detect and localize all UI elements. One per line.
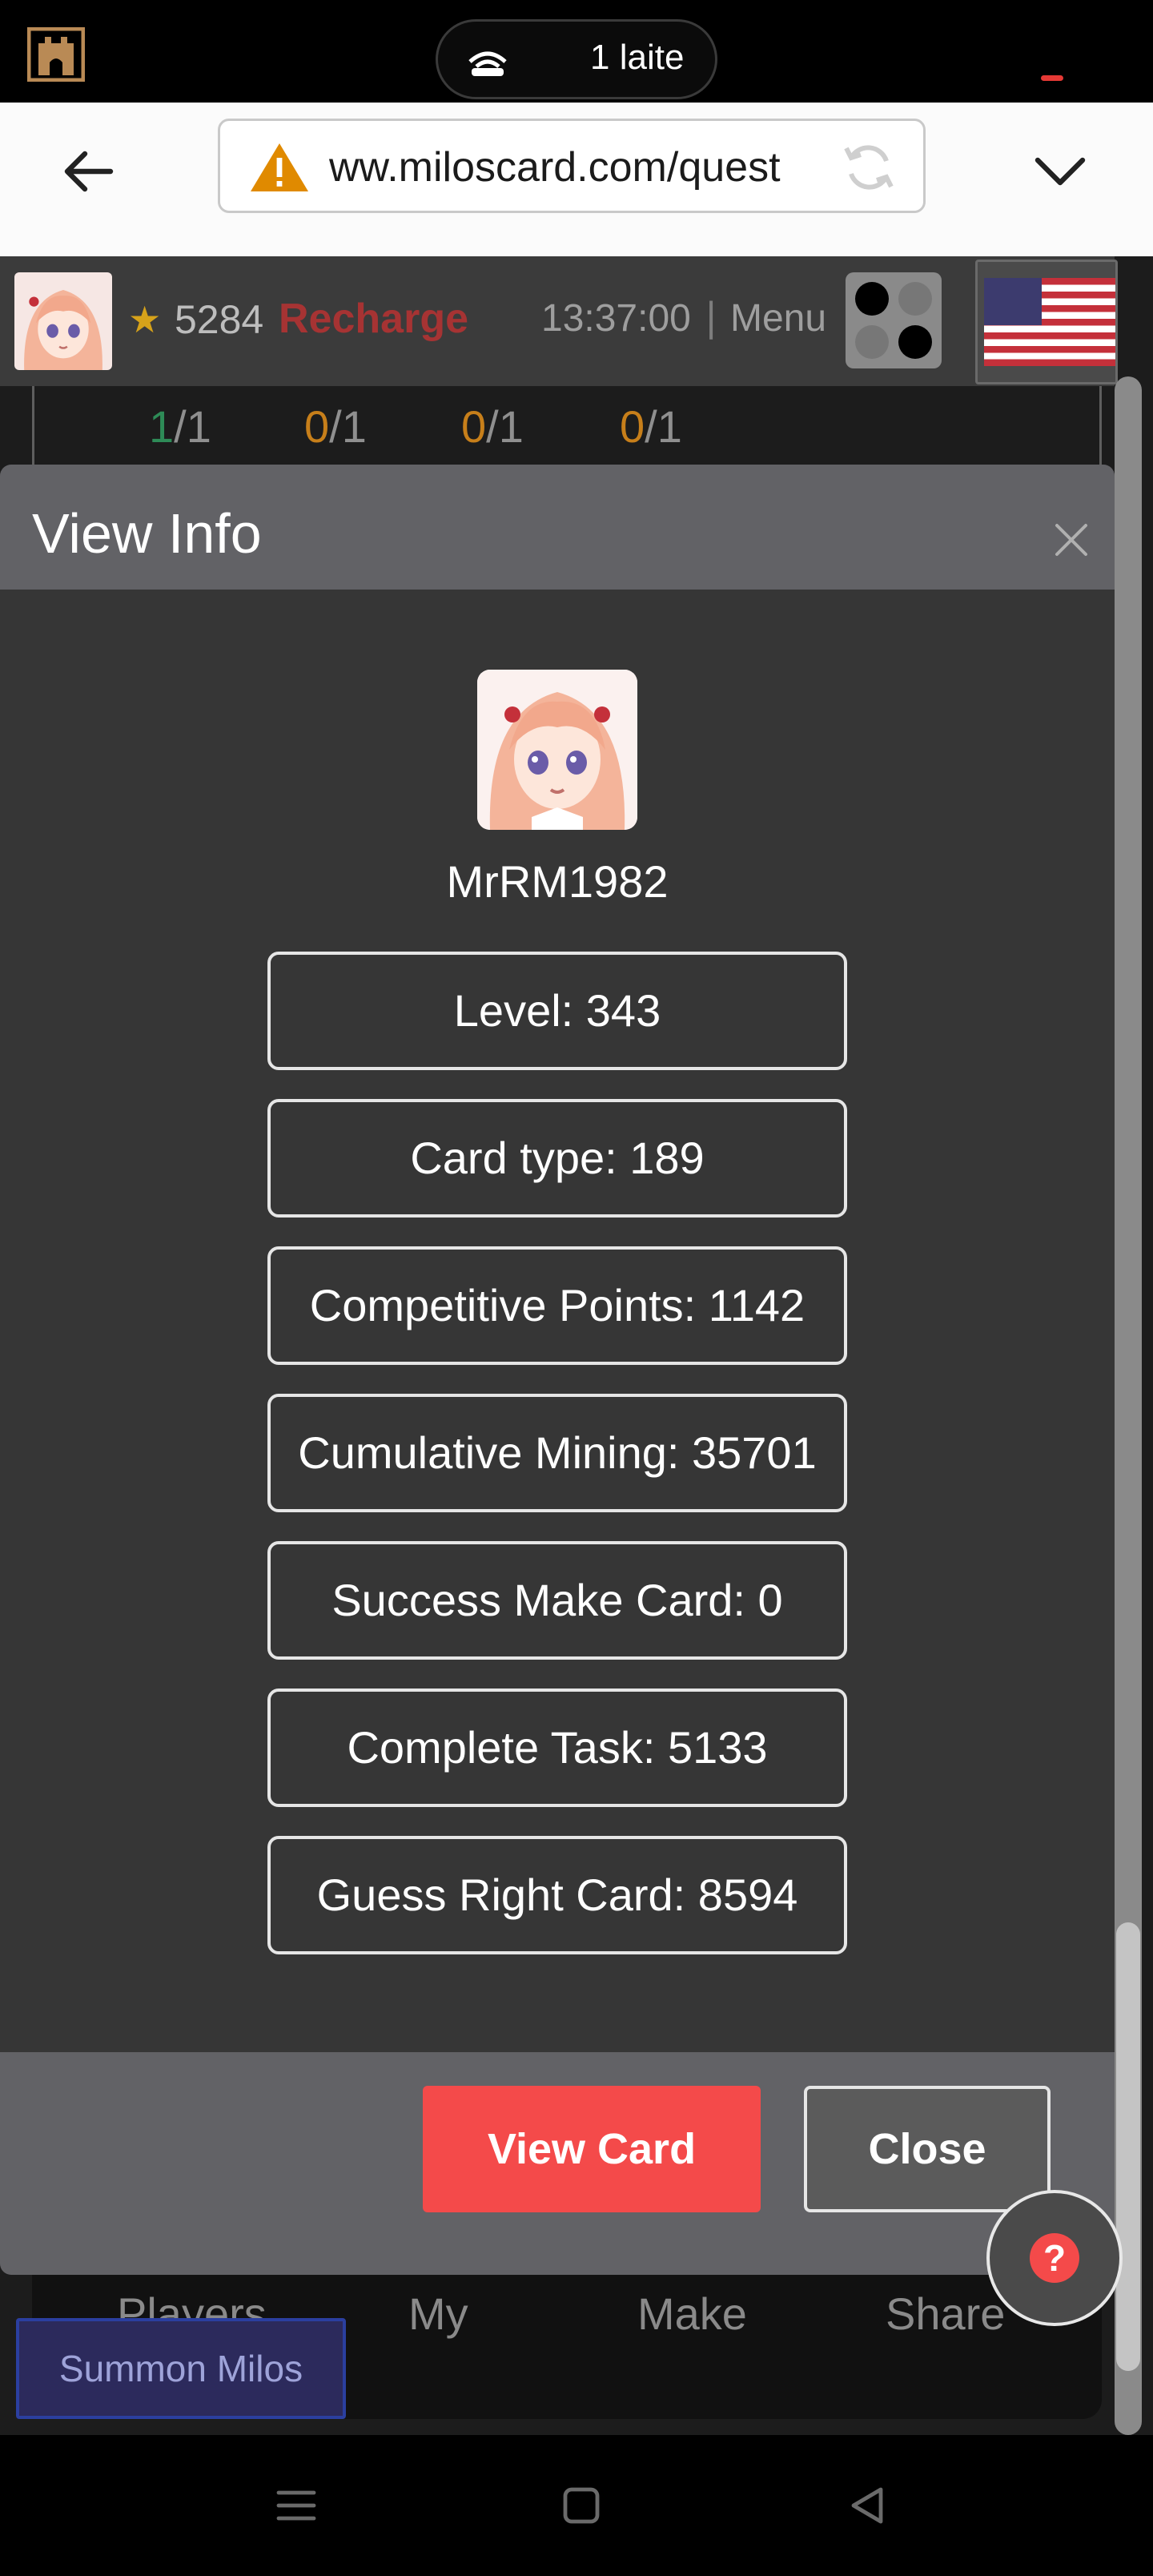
warning-icon[interactable]: [249, 140, 310, 195]
back-triangle-icon[interactable]: [842, 2481, 890, 2530]
url-text[interactable]: ww.miloscard.com/quest: [329, 143, 781, 191]
close-button[interactable]: Close: [804, 2086, 1051, 2212]
tab-share[interactable]: Share: [886, 2288, 1005, 2340]
tab-my[interactable]: My: [408, 2288, 468, 2340]
reload-icon[interactable]: [840, 139, 898, 196]
us-flag-icon: [984, 278, 1115, 366]
modal-header: View Info: [0, 465, 1115, 590]
player-avatar[interactable]: [14, 272, 112, 370]
theme-toggle-button[interactable]: [846, 272, 942, 368]
dot-icon: [855, 282, 889, 316]
device-count-label: 1 laite: [590, 38, 685, 77]
browser-toolbar: ww.miloscard.com/quest: [0, 103, 1153, 256]
quest-progress-row: 1/1 0/1 0/1 0/1: [0, 386, 1115, 466]
recording-indicator: [1041, 75, 1063, 81]
dot-icon: [898, 282, 932, 316]
home-icon[interactable]: [557, 2481, 605, 2530]
info-competitive-points: Competitive Points: 1142: [267, 1246, 847, 1365]
coin-balance: 5284: [175, 297, 264, 342]
info-level: Level: 343: [267, 952, 847, 1070]
info-success-make-card: Success Make Card: 0: [267, 1541, 847, 1660]
anime-girl-avatar-icon: [14, 272, 112, 370]
info-card-type: Card type: 189: [267, 1099, 847, 1218]
modal-footer: View Card Close: [0, 2052, 1115, 2275]
anime-girl-avatar-icon: [477, 670, 637, 830]
chevron-down-icon[interactable]: [1026, 138, 1094, 205]
profile-avatar: [477, 670, 637, 830]
modal-title: View Info: [32, 502, 262, 565]
tab-make[interactable]: Make: [637, 2288, 747, 2340]
star-icon: ★: [128, 298, 162, 341]
address-bar[interactable]: ww.miloscard.com/quest: [218, 119, 926, 213]
info-complete-task: Complete Task: 5133: [267, 1688, 847, 1807]
username: MrRM1982: [446, 856, 669, 907]
quest-stat: 0/1: [620, 401, 682, 452]
cast-icon: [468, 51, 507, 76]
quest-stat: 0/1: [461, 401, 524, 452]
status-bar: 1 laite: [0, 0, 1153, 103]
back-arrow-icon[interactable]: [56, 138, 123, 205]
help-icon: ?: [1030, 2233, 1079, 2283]
clock-time: 13:37:00: [541, 297, 691, 340]
system-nav-bar: [0, 2435, 1153, 2576]
language-flag-button[interactable]: [975, 260, 1118, 384]
recent-apps-icon[interactable]: [272, 2481, 320, 2530]
recharge-link[interactable]: Recharge: [279, 295, 468, 343]
quest-stat: 0/1: [304, 401, 367, 452]
help-button[interactable]: ?: [986, 2190, 1123, 2326]
game-top-bar: ★ 5284 Recharge 13:37:00 | Menu: [0, 256, 1118, 386]
menu-link[interactable]: Menu: [730, 296, 826, 340]
view-card-button[interactable]: View Card: [423, 2086, 761, 2212]
separator: |: [705, 295, 718, 340]
dot-icon: [898, 325, 932, 359]
info-cumulative-mining: Cumulative Mining: 35701: [267, 1394, 847, 1512]
castle-app-icon: [27, 27, 85, 82]
info-guess-right-card: Guess Right Card: 8594: [267, 1836, 847, 1954]
dot-icon: [855, 325, 889, 359]
summon-milos-button[interactable]: Summon Milos: [16, 2318, 346, 2419]
view-info-modal: View Info MrRM1982 Level: 343 Card type:…: [0, 465, 1115, 2275]
quest-stat: 1/1: [149, 401, 211, 452]
device-connection-pill[interactable]: 1 laite: [436, 19, 717, 99]
scrollbar-thumb[interactable]: [1116, 1922, 1140, 2371]
close-icon[interactable]: [1052, 521, 1091, 559]
